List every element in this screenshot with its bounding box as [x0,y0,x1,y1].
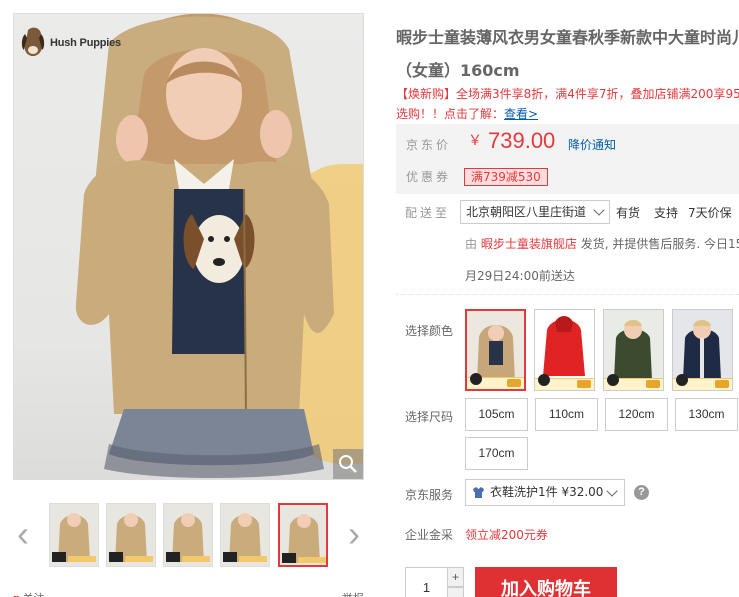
size-label: 选择尺码 [405,410,454,424]
promo-line2: 选购！！点击了解： [396,107,505,121]
thumbnail-4[interactable] [220,503,270,567]
chevron-down-icon [593,204,605,216]
color-option-army-green[interactable] [603,309,664,391]
delivery-label: 配送至 [405,206,451,220]
price-value: ￥ 739.00 [468,128,555,154]
quantity-plus-button[interactable]: + [447,567,464,587]
shipped-by: 由 暇步士童装旗舰店 发货, 并提供售后服务. 今日15 [465,235,739,252]
color-option-red[interactable] [534,309,595,391]
size-option-170[interactable]: 170cm [465,437,528,470]
quantity-minus-button[interactable]: - [447,587,464,597]
thumbnail-strip: ‹ › [13,500,364,570]
coupon-tag[interactable]: 满739减530 [464,168,548,186]
color-option-navy[interactable] [672,309,733,391]
shop-name-link[interactable]: 暇步士童装旗舰店 [481,237,577,251]
enterprise-coupon-link[interactable]: 领立减200元券 [465,526,548,543]
magnifier-icon [339,455,357,473]
product-title-line2: （女童）160cm [396,61,520,80]
service-label: 京东服务 [405,488,454,502]
price-drop-notify-link[interactable]: 降价通知 [568,136,616,153]
service-select[interactable]: 衣鞋洗护1件 ¥32.00 [465,479,625,506]
support-prefix: 支持 [654,206,679,220]
support-info: 支持 7天价保 [654,204,732,221]
help-icon[interactable]: ? [634,485,649,500]
add-to-cart-button[interactable]: 加入购物车 [475,567,617,597]
section-divider [396,294,739,295]
delivery-eta: 月29日24:00前送达 [465,269,575,283]
product-title-line1: 暇步士童装薄风衣男女童春秋季新款中大童时尚儿 [396,28,739,47]
size-option-130[interactable]: 130cm [675,398,738,431]
delivery-address-text: 北京朝阳区八里庄街道 [466,205,587,219]
color-option-khaki[interactable] [465,309,526,391]
ship-by-text: 发货, 并提供售后服务. 今日15 [580,237,739,251]
delivery-address-select[interactable]: 北京朝阳区八里庄街道 [460,200,610,224]
model-illustration [75,14,334,478]
price-number: 739.00 [488,128,556,153]
promo-line1: 【焕新购】全场满3件享8折，满4件享7折，叠加店铺满200享95折 [396,87,739,101]
brand-logo: Hush Puppies [20,26,121,60]
brand-name: Hush Puppies [50,37,121,49]
laundry-icon [473,487,484,498]
heart-icon[interactable]: ♥ [13,593,20,597]
size-option-120[interactable]: 120cm [605,398,668,431]
currency-symbol: ￥ [468,133,482,149]
promo-view-link[interactable]: 查看> [504,107,538,121]
promo-text: 【焕新购】全场满3件享8折，满4件享7折，叠加店铺满200享95折 选购！！点击… [396,84,739,124]
stock-status: 有货 [616,206,641,220]
size-option-105[interactable]: 105cm [465,398,528,431]
coupon-label: 优惠券 [406,170,452,184]
follow-share-bar: ♥ 关注 举报 [13,590,364,597]
basset-hound-logo-icon [21,27,45,56]
price-protect-link[interactable]: 7天价保 [688,206,732,220]
follow-link[interactable]: 关注 [23,593,45,597]
chevron-down-icon [606,485,618,497]
report-link[interactable]: 举报 [342,590,364,597]
ship-by-prefix: 由 [465,237,478,251]
thumb-next-arrow-icon[interactable]: › [344,516,364,552]
service-selected-text: 衣鞋洗护1件 ¥32.00 [490,485,604,499]
thumbnail-2[interactable] [106,503,156,567]
zoom-button[interactable] [333,449,363,479]
price-label: 京东价 [406,138,452,152]
color-label: 选择颜色 [405,324,454,338]
thumb-prev-arrow-icon[interactable]: ‹ [13,516,33,552]
size-option-110[interactable]: 110cm [535,398,598,431]
thumbnail-3[interactable] [163,503,213,567]
quantity-input[interactable]: 1 [405,567,448,597]
thumbnail-5-selected[interactable] [278,503,328,567]
enterprise-label: 企业金采 [405,528,454,542]
thumbnail-1[interactable] [49,503,99,567]
price-box: 京东价 ￥ 739.00 降价通知 优惠券 满739减530 [396,124,739,194]
product-title: 暇步士童装薄风衣男女童春秋季新款中大童时尚儿 （女童）160cm [396,21,739,87]
main-product-image[interactable]: Hush Puppies [13,13,364,480]
